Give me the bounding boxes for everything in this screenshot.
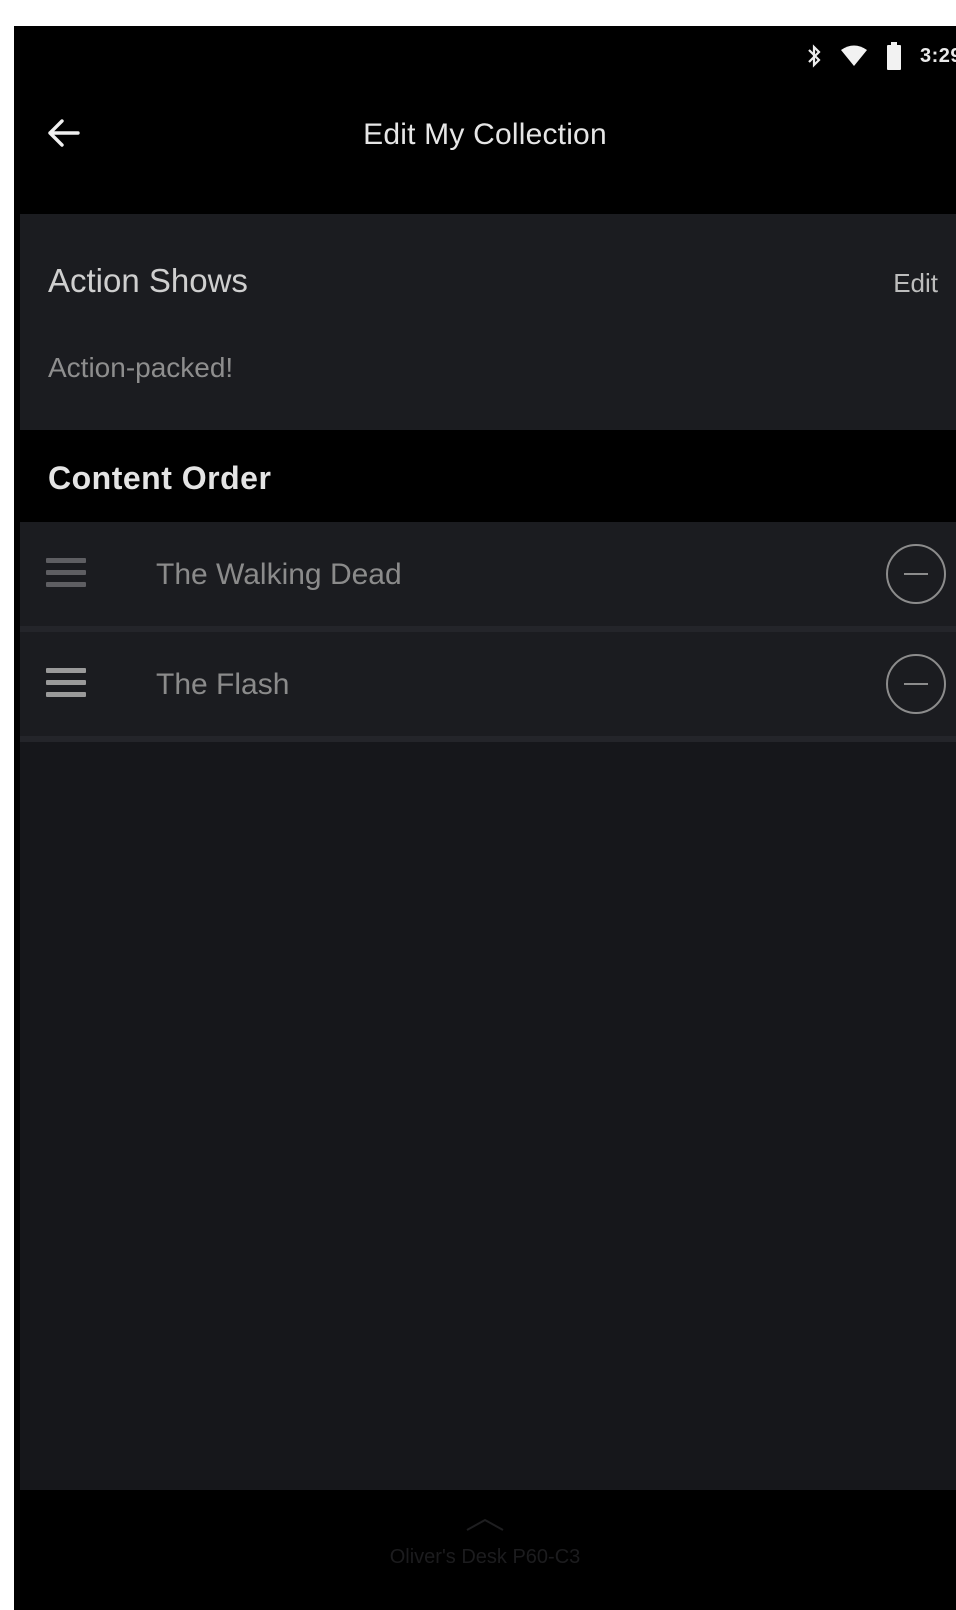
- section-title: Content Order: [48, 460, 272, 496]
- device-selector-bar[interactable]: Oliver's Desk P60-C3: [14, 1490, 956, 1610]
- chevron-up-icon: [465, 1518, 505, 1537]
- drag-handle-icon[interactable]: [46, 668, 86, 700]
- item-title: The Flash: [156, 668, 290, 701]
- status-bar: 3:29: [14, 26, 956, 88]
- collection-info-card: Action Shows Edit Action-packed!: [20, 214, 956, 430]
- remove-button[interactable]: [886, 654, 946, 714]
- main-content: Action Shows Edit Action-packed! Content…: [20, 214, 956, 1490]
- item-title: The Walking Dead: [156, 558, 402, 591]
- status-icons: 3:29: [806, 40, 956, 72]
- remove-button[interactable]: [886, 544, 946, 604]
- minus-circle-icon: [904, 573, 928, 575]
- content-order-header: Content Order: [20, 430, 956, 522]
- drag-handle-icon[interactable]: [46, 558, 86, 590]
- battery-icon: [886, 42, 902, 70]
- wifi-icon: [840, 45, 868, 67]
- app-bar: Edit My Collection: [14, 88, 956, 214]
- status-time: 3:29: [919, 44, 956, 67]
- device-name: Oliver's Desk P60-C3: [389, 1546, 581, 1568]
- edit-button[interactable]: Edit: [893, 268, 938, 299]
- list-item: The Flash: [20, 632, 956, 742]
- bluetooth-icon: [806, 44, 822, 68]
- device-screen: 3:29 Edit My Collection Action Shows Edi…: [14, 26, 956, 1610]
- collection-description: Action-packed!: [48, 352, 234, 383]
- collection-name: Action Shows: [48, 262, 248, 299]
- page-title: Edit My Collection: [363, 118, 607, 151]
- content-order-list: The Walking Dead The Flash: [20, 522, 956, 742]
- list-item: The Walking Dead: [20, 522, 956, 632]
- minus-circle-icon: [904, 683, 928, 685]
